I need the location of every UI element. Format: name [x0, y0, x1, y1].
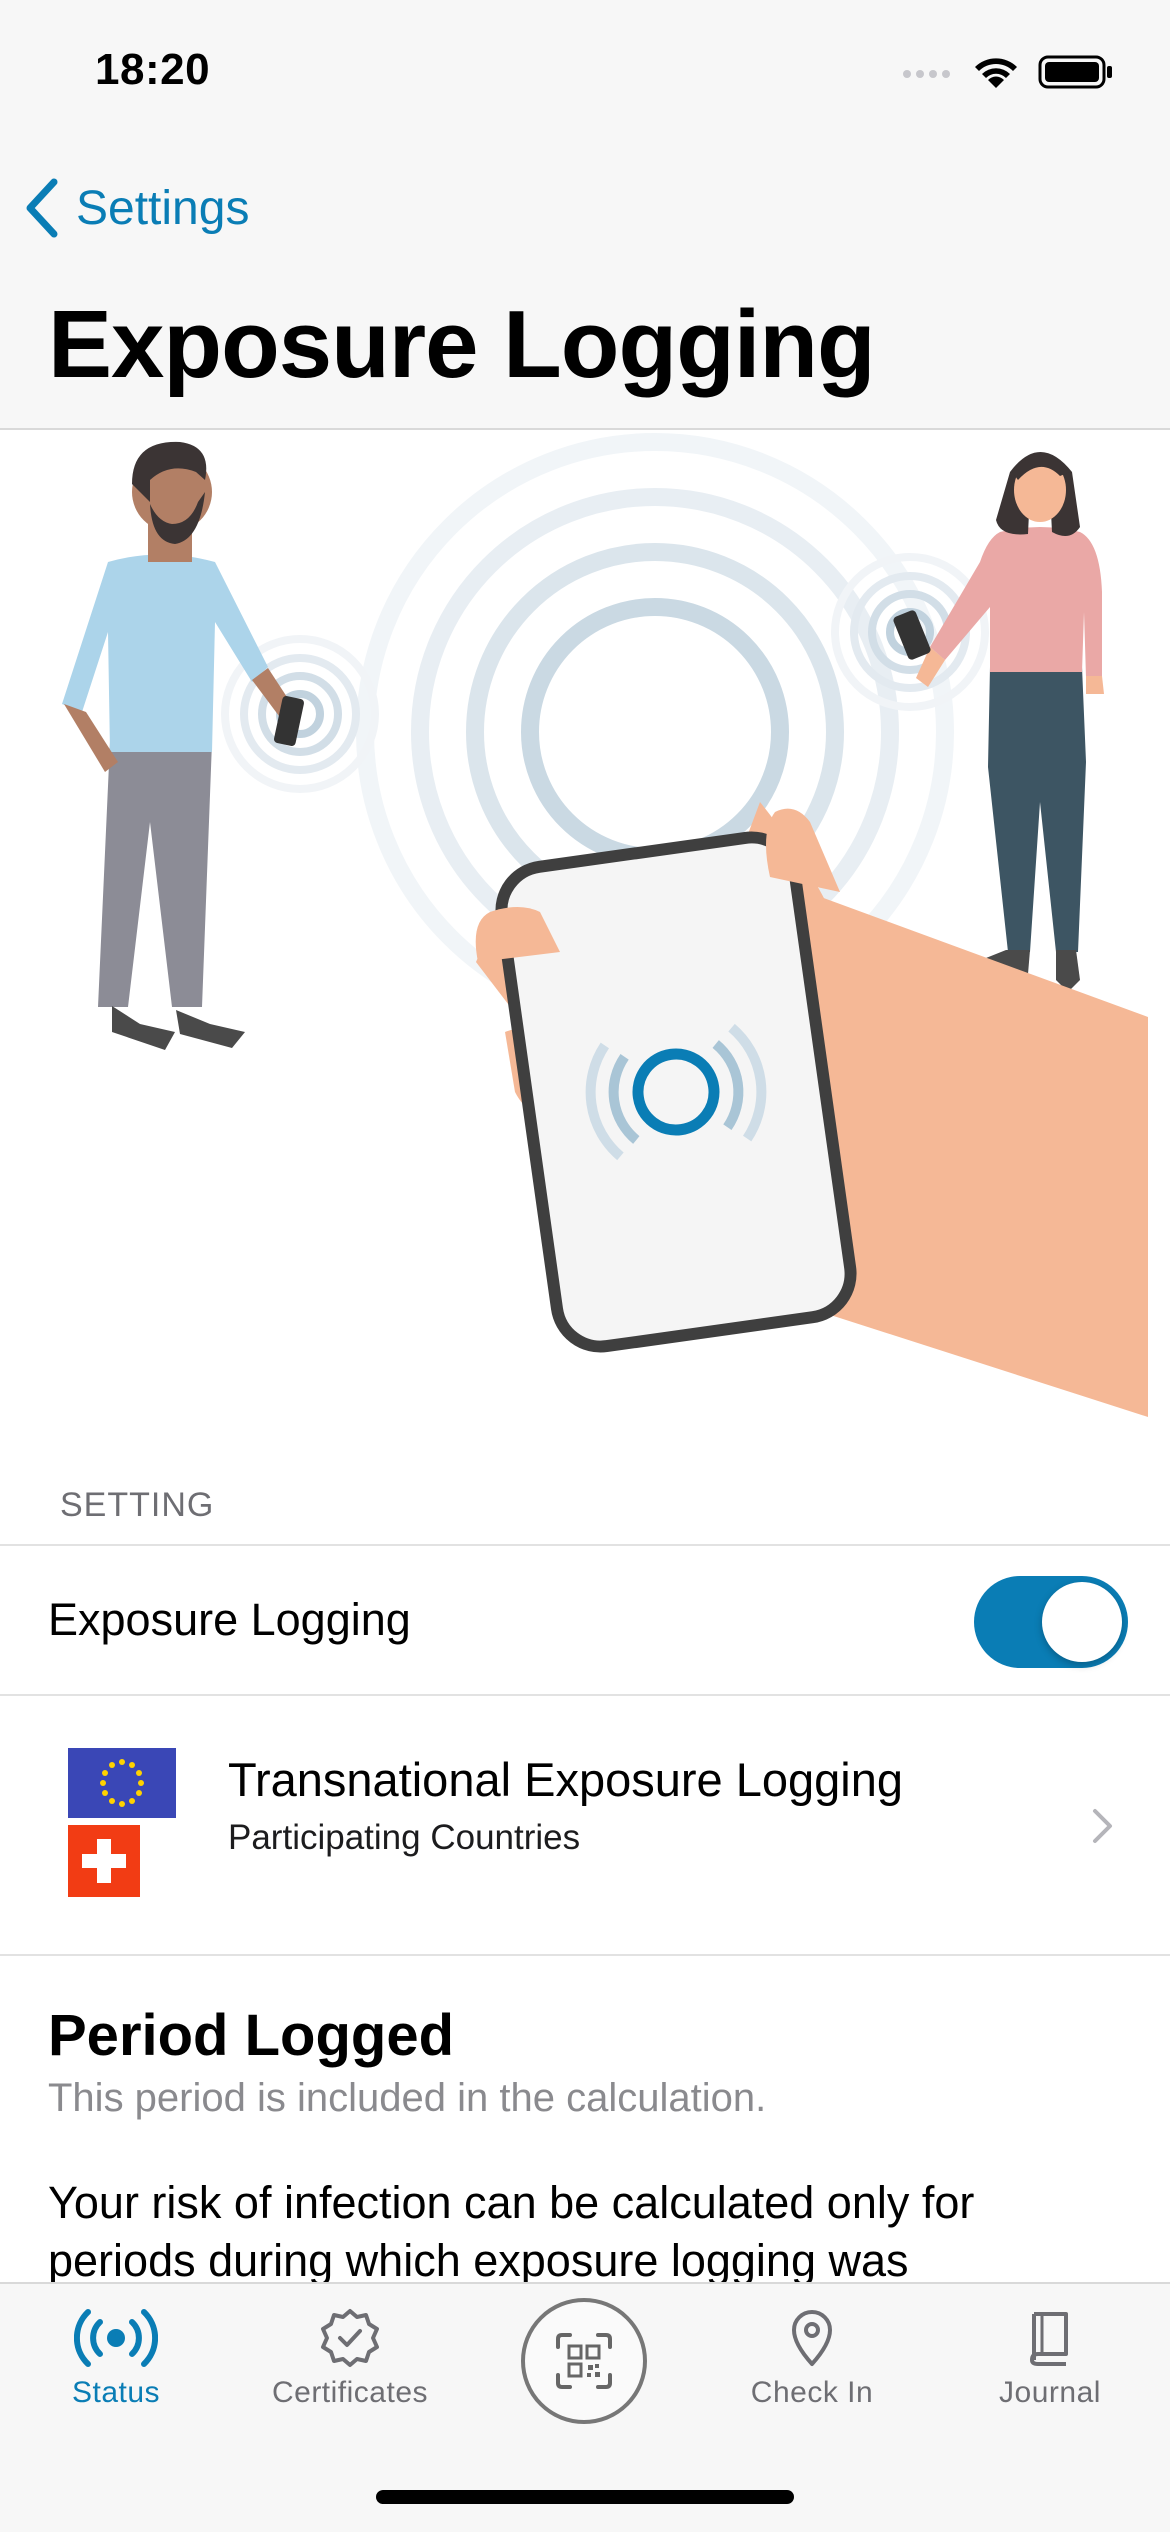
man-figure [62, 441, 379, 1050]
exposure-logging-row: Exposure Logging [0, 1544, 1170, 1696]
back-button[interactable]: Settings [24, 172, 249, 244]
tab-status[interactable]: Status [16, 2308, 216, 2410]
transnational-subtitle: Participating Countries [228, 1818, 581, 1857]
flags-group [68, 1748, 176, 1897]
navigation-header: 18:20 Settings Exposure Logging [0, 0, 1170, 430]
eu-flag-icon [68, 1748, 176, 1818]
back-button-label: Settings [76, 181, 250, 235]
wifi-icon [975, 58, 1017, 88]
swiss-flag-icon [68, 1825, 140, 1897]
tab-journal[interactable]: Journal [950, 2308, 1150, 2410]
page-title: Exposure Logging [48, 291, 876, 398]
certificate-badge-icon [321, 2309, 379, 2367]
transnational-title: Transnational Exposure Logging [228, 1753, 903, 1806]
tab-check-in[interactable]: Check In [712, 2308, 912, 2410]
transnational-logging-row[interactable] [0, 1696, 1170, 1956]
location-pin-icon [792, 2310, 832, 2366]
status-icons [902, 52, 1114, 92]
tab-certificates-label: Certificates [271, 2376, 429, 2409]
exposure-logging-label: Exposure Logging [48, 1594, 411, 1645]
setting-section-caption: SETTING [60, 1486, 215, 1524]
qr-scan-icon [556, 2333, 612, 2389]
journal-book-icon [1030, 2312, 1068, 2366]
period-logged-subtitle: This period is included in the calculati… [48, 2076, 767, 2120]
tab-check-in-label: Check In [750, 2376, 874, 2409]
status-broadcast-icon [74, 2309, 158, 2367]
chevron-left-icon [26, 178, 58, 238]
tab-journal-label: Journal [999, 2376, 1101, 2409]
cellular-signal-icon [903, 70, 950, 78]
qr-scan-button[interactable] [521, 2298, 647, 2424]
hand-holding-phone [475, 802, 1148, 1417]
status-time: 18:20 [95, 45, 211, 94]
toggle-knob [1042, 1582, 1122, 1662]
exposure-logging-toggle[interactable] [974, 1576, 1128, 1668]
battery-icon [1038, 55, 1112, 89]
chevron-right-icon [1093, 1809, 1112, 1843]
exposure-logging-illustration [0, 432, 1170, 1442]
period-logged-title: Period Logged [48, 2003, 454, 2068]
illustration-svg [62, 433, 1148, 1417]
tab-certificates[interactable]: Certificates [250, 2308, 450, 2410]
period-logged-body: Your risk of infection can be calculated… [48, 2177, 975, 2286]
home-indicator[interactable] [376, 2490, 794, 2504]
tab-status-label: Status [71, 2376, 161, 2409]
